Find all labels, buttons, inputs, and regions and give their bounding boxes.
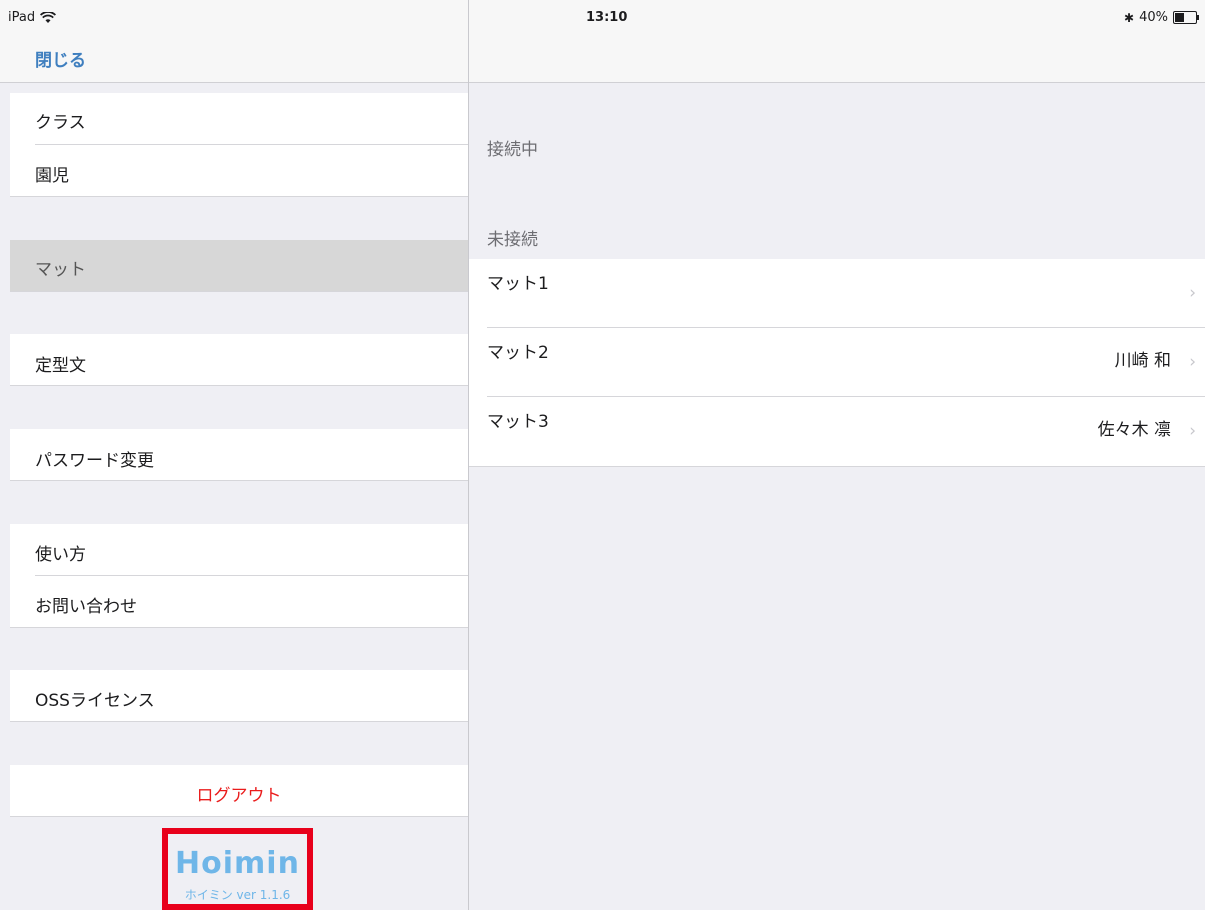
sidebar-item-label: 定型文	[35, 356, 86, 376]
mat-name: マット1	[487, 274, 549, 294]
mat-row-1[interactable]: マット1 ›	[469, 259, 1205, 328]
sidebar-item-oss-license[interactable]: OSSライセンス	[10, 670, 468, 722]
close-button[interactable]: 閉じる	[35, 46, 86, 71]
sidebar-item-mat[interactable]: マット	[10, 240, 468, 292]
sidebar-item-label: 使い方	[35, 545, 86, 565]
sidebar-item-children[interactable]: 園児	[10, 145, 468, 197]
sidebar-item-change-password[interactable]: パスワード変更	[10, 429, 468, 481]
sidebar-item-label: OSSライセンス	[35, 691, 155, 711]
mat-row-3[interactable]: マット3 佐々木 凛 ›	[469, 397, 1205, 467]
section-header-connected: 接続中	[487, 140, 538, 160]
mat-assigned-child: 佐々木 凛	[1097, 420, 1171, 440]
sidebar-item-class[interactable]: クラス	[10, 93, 468, 145]
chevron-right-icon: ›	[1189, 352, 1196, 372]
status-bar: iPad 13:10 ✱ 40%	[0, 0, 1205, 34]
sidebar-item-label: お問い合わせ	[35, 597, 137, 617]
sidebar-item-contact[interactable]: お問い合わせ	[10, 576, 468, 628]
battery-percent: 40%	[1139, 10, 1168, 25]
wifi-icon	[40, 11, 57, 23]
status-left: iPad	[8, 10, 57, 25]
status-time: 13:10	[586, 10, 628, 25]
chevron-right-icon: ›	[1189, 283, 1196, 303]
mat-name: マット3	[487, 412, 549, 432]
app-version: ホイミン ver 1.1.6	[184, 888, 291, 902]
logout-button[interactable]: ログアウト	[10, 765, 468, 817]
section-header-unconnected: 未接続	[487, 230, 538, 250]
chevron-right-icon: ›	[1189, 421, 1196, 441]
logo-text: Hoimin	[175, 846, 300, 881]
sidebar-item-label: 園児	[35, 166, 69, 186]
sidebar: 閉じる クラス 園児 マット 定型文 パスワード変更 使い方 お問い合わせ OS…	[0, 0, 468, 910]
mat-name: マット2	[487, 343, 549, 363]
battery-icon	[1173, 11, 1199, 24]
mat-assigned-child: 川崎 和	[1114, 351, 1171, 371]
status-right: ✱ 40%	[1124, 10, 1199, 25]
bluetooth-icon: ✱	[1124, 10, 1135, 25]
sidebar-item-label: パスワード変更	[35, 451, 154, 471]
sidebar-item-label: マット	[35, 260, 86, 280]
app-logo: Hoimin ホイミン ver 1.1.6	[162, 828, 313, 910]
detail-pane: 接続中 未接続 マット1 › マット2 川崎 和 › マット3 佐々木 凛 ›	[469, 0, 1205, 910]
device-name: iPad	[8, 10, 36, 25]
mat-row-2[interactable]: マット2 川崎 和 ›	[469, 328, 1205, 397]
logout-label: ログアウト	[196, 786, 282, 806]
sidebar-item-templates[interactable]: 定型文	[10, 334, 468, 386]
sidebar-item-how-to-use[interactable]: 使い方	[10, 524, 468, 576]
sidebar-item-label: クラス	[35, 113, 86, 133]
